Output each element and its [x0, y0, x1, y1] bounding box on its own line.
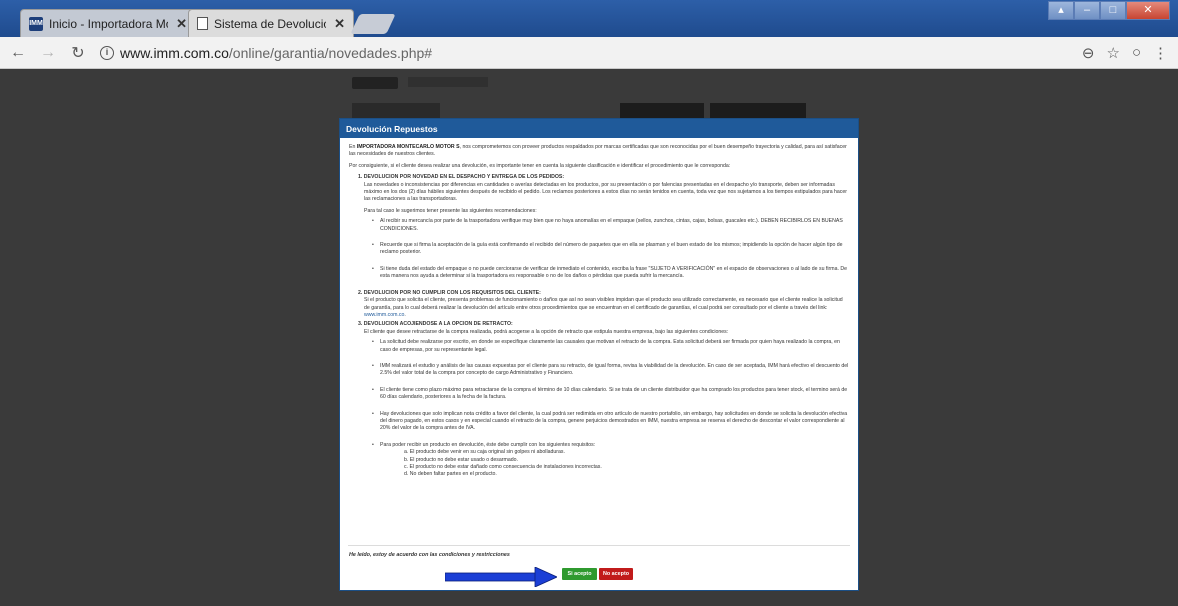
section-requisitos: 2. DEVOLUCION POR NO CUMPLIR CON LOS REQ…	[358, 290, 849, 320]
background-button	[620, 103, 704, 119]
list-item: Hay devoluciones que solo implican nota …	[372, 411, 849, 433]
section-retracto: 3. DEVOLUCION ACOJIENDOSE A LA OPCION DE…	[358, 321, 849, 479]
menu-icon[interactable]: ⋮	[1153, 44, 1168, 62]
accept-statement: He leído, estoy de acuerdo con las condi…	[349, 552, 510, 558]
list-item: Si tiene duda del estado del empaque o n…	[372, 266, 849, 281]
list-item: IMM realizará el estudio y análisis de l…	[372, 363, 849, 378]
section-text: Las novedades o inconsistencias por dife…	[364, 181, 848, 203]
section-title: 3. DEVOLUCION ACOJIENDOSE A LA OPCION DE…	[358, 321, 513, 328]
tab-inicio[interactable]: IMM Inicio - Importadora Mon ✕	[20, 9, 196, 37]
close-window-button[interactable]: ✕	[1126, 1, 1170, 20]
list-item: Recuerde que si firma la aceptación de l…	[372, 242, 849, 257]
list-item: La solicitud debe realizarse por escrito…	[372, 339, 849, 354]
extension-icon[interactable]: ○	[1132, 44, 1141, 62]
zoom-icon[interactable]: ⊖	[1082, 44, 1095, 62]
address-bar[interactable]: i www.imm.com.co/online/garantia/novedad…	[100, 45, 432, 61]
section-title: 1. DEVOLUCION POR NOVEDAD EN EL DESPACHO…	[358, 174, 565, 181]
window-controls: ▴ – □ ✕	[1048, 1, 1170, 20]
close-icon[interactable]: ✕	[334, 16, 345, 32]
section-title: 2. DEVOLUCION POR NO CUMPLIR CON LOS REQ…	[358, 289, 541, 296]
tab-label: Inicio - Importadora Mon	[49, 16, 169, 31]
maximize-button[interactable]: □	[1100, 1, 1126, 20]
blue-arrow-icon	[445, 567, 557, 587]
conditions-list: La solicitud debe realizarse por escrito…	[372, 339, 849, 479]
intro-paragraph: En IMPORTADORA MONTECARLO MOTOR S, nos c…	[349, 144, 849, 159]
tab-sistema-devoluciones[interactable]: Sistema de Devoluciones ✕	[188, 9, 354, 37]
section-lead: Para tal caso le sugerimos tener present…	[364, 207, 537, 214]
company-name: IMPORTADORA MONTECARLO MOTOR S	[356, 144, 460, 150]
requirement-item: c. El producto no debe estar dañado como…	[404, 464, 602, 470]
reject-button[interactable]: No acepto	[599, 568, 633, 580]
section-text-end: .	[404, 311, 406, 318]
document-icon	[197, 17, 208, 30]
reload-icon[interactable]: ↻	[66, 43, 90, 63]
forward-icon[interactable]: →	[36, 44, 60, 62]
intro-paragraph-2: Por consiguiente, si el cliente desea re…	[349, 162, 731, 169]
url-path: /online/garantia/novedades.php#	[228, 44, 433, 61]
info-icon[interactable]: i	[100, 45, 114, 60]
imm-link[interactable]: www.imm.com.co	[364, 312, 404, 318]
address-toolbar: ← → ↻ i www.imm.com.co/online/garantia/n…	[0, 37, 1178, 69]
modal-title: Devolución Repuestos	[340, 119, 858, 138]
section-text: Si el producto que solicita el cliente, …	[364, 297, 849, 319]
section-text: El cliente que desee retractarse de la c…	[364, 328, 729, 335]
intro-text: En	[349, 144, 357, 150]
back-icon[interactable]: ←	[6, 44, 30, 62]
accept-button[interactable]: Si acepto	[562, 568, 597, 580]
close-icon[interactable]: ✕	[176, 16, 187, 32]
background-button	[710, 103, 806, 119]
section-text-body: Si el producto que solicita el cliente, …	[364, 297, 843, 311]
imm-logo-icon: IMM	[29, 16, 43, 31]
modal-body: En IMPORTADORA MONTECARLO MOTOR S, nos c…	[340, 138, 858, 479]
recommendations-list: Al recibir su mercancía por parte de la …	[372, 218, 849, 280]
list-item: Para poder recibir un producto en devolu…	[372, 442, 849, 479]
requirement-item: d. No deben faltar partes en el producto…	[404, 471, 497, 478]
new-tab-button[interactable]	[350, 14, 396, 34]
url-domain: www.imm.com.co	[120, 44, 229, 61]
background-nav	[408, 77, 488, 87]
requirement-item: b. El producto no debe estar usado o des…	[404, 456, 518, 463]
minimize-button[interactable]: –	[1074, 1, 1100, 20]
star-icon[interactable]: ☆	[1106, 44, 1119, 62]
user-icon[interactable]: ▴	[1048, 1, 1074, 20]
devolucion-modal: Devolución Repuestos En IMPORTADORA MONT…	[339, 118, 859, 591]
section-despacho: 1. DEVOLUCION POR NOVEDAD EN EL DESPACHO…	[358, 174, 849, 280]
requirement-item: a. El producto debe venir en su caja ori…	[404, 449, 565, 456]
list-item: El cliente tiene como plazo máximo para …	[372, 387, 849, 402]
list-item: Al recibir su mercancía por parte de la …	[372, 218, 849, 233]
divider	[348, 545, 850, 546]
browser-titlebar: IMM Inicio - Importadora Mon ✕ Sistema d…	[0, 0, 1178, 37]
background-logo	[352, 77, 398, 89]
tab-label: Sistema de Devoluciones	[214, 16, 326, 31]
list-item-text: Para poder recibir un producto en devolu…	[380, 441, 596, 448]
